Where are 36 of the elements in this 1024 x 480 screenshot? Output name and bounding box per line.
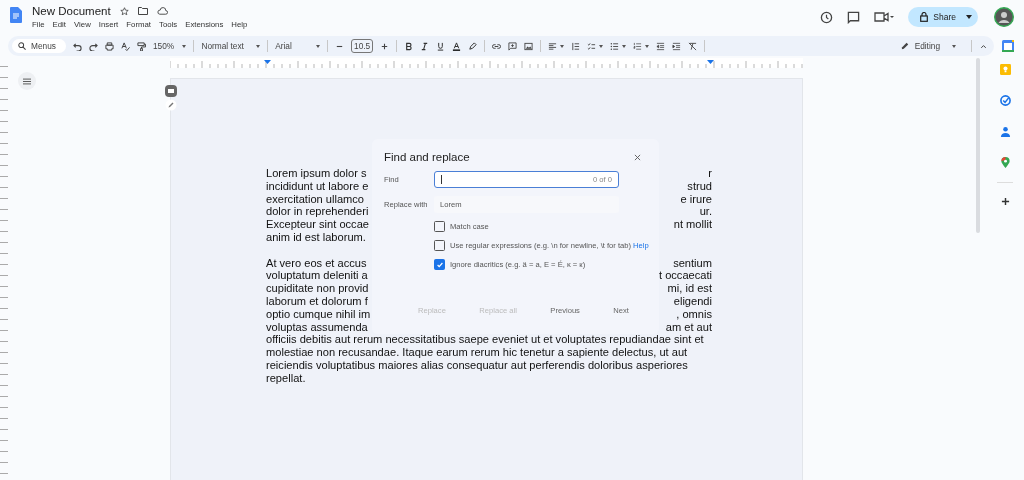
document-text: Excepteur sint occae	[266, 218, 369, 231]
document-text: am et aut	[665, 320, 712, 334]
document-text: t occaecati	[658, 269, 712, 283]
document-text: r	[708, 167, 712, 180]
document-text: officiis debitis aut rerum necessitatibus saepe eveniet ut et voluptates repudiandae sint et	[266, 333, 704, 347]
editing-mode-dropdown[interactable]: Editing	[900, 41, 964, 51]
style-dropdown[interactable]: Normal text	[201, 41, 261, 51]
document-text: cupiditate non provid	[266, 282, 369, 295]
document-text: e irure	[680, 192, 712, 206]
share-button[interactable]: Share	[908, 7, 978, 27]
font-dropdown[interactable]: Arial	[275, 41, 321, 51]
document-text: Lorem ipsum dolor s	[266, 167, 367, 180]
document-text: voluptas assumenda	[266, 320, 368, 334]
document-text: exercitation ullamco	[266, 192, 365, 206]
document-text: mi, id est	[667, 282, 712, 295]
document-text: At vero eos et accus	[266, 256, 367, 270]
document-text: anim id est laborum.	[266, 231, 366, 244]
document-text: optio cumque nihil im	[266, 307, 371, 321]
document-text: voluptatum deleniti a	[266, 269, 368, 283]
document-text: sentium	[673, 256, 712, 270]
document-text: laborum et dolorum f	[266, 294, 368, 308]
document-text: strud	[687, 179, 712, 193]
document-title[interactable]: New Document	[32, 5, 111, 17]
zoom-dropdown[interactable]: 150%	[152, 41, 187, 51]
document-text: , omnis	[676, 307, 712, 321]
document-text: ur.	[699, 205, 712, 219]
menus-search-button[interactable]: Menus	[12, 39, 66, 53]
document-text: incididunt ut labore e	[266, 179, 369, 193]
document-text: eligendi	[673, 294, 712, 308]
dialog-title: Find and replace	[384, 151, 470, 163]
font-size-field[interactable]: 10.5	[351, 39, 374, 53]
document-text: repellat.	[266, 371, 306, 385]
document-text: molestiae non recusandae. Itaque earum rerum hic tenetur a sapiente delectus, ut aut	[266, 346, 688, 359]
document-text: dolor in reprehenderi	[266, 205, 369, 219]
document-text: reiciendis voluptatibus maiores alias consequatur aut perferendis doloribus asperiores	[266, 358, 688, 372]
document-text: nt mollit	[673, 218, 712, 231]
